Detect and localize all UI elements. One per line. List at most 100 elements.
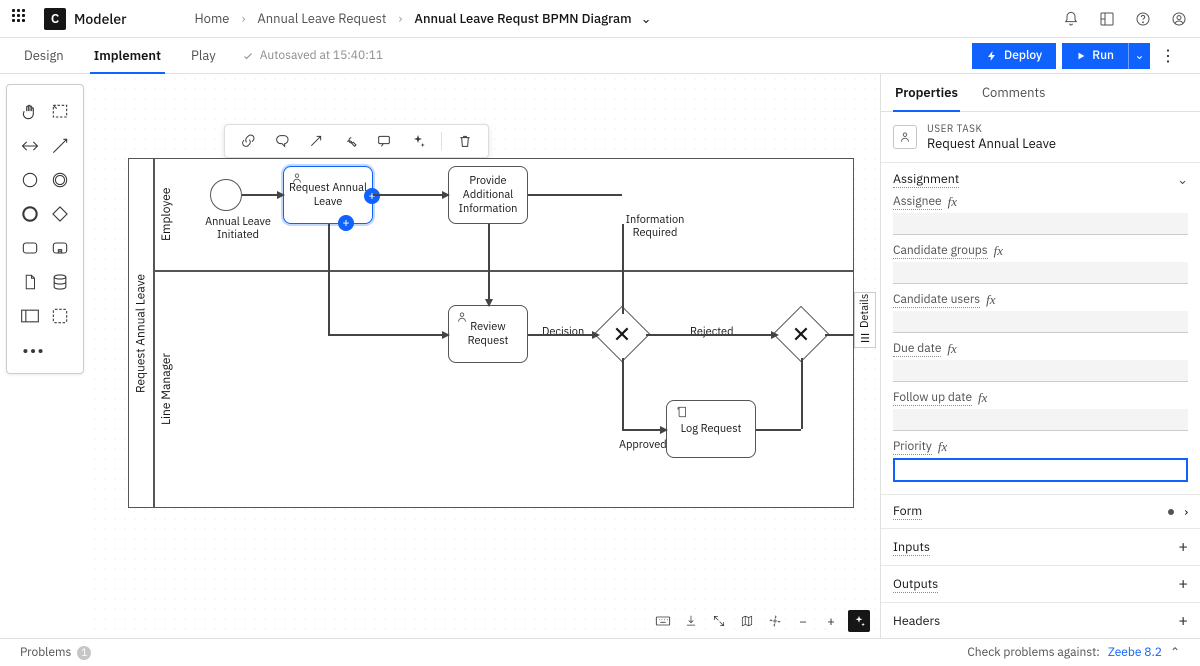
trash-icon[interactable] — [454, 130, 476, 152]
group-assignment-header[interactable]: Assignment — [893, 171, 959, 188]
plus-icon[interactable]: + — [1178, 574, 1188, 594]
data-store-icon[interactable] — [49, 271, 71, 293]
candidate-users-label: Candidate users — [893, 292, 980, 308]
fx-icon[interactable]: fx — [947, 341, 956, 357]
pool-label[interactable]: Request Annual Leave — [128, 158, 154, 508]
help-icon[interactable] — [1134, 10, 1152, 28]
keyboard-icon[interactable] — [652, 610, 674, 632]
subprocess-icon[interactable] — [49, 237, 71, 259]
run-button[interactable]: Run — [1062, 43, 1128, 69]
zoom-in-button[interactable]: + — [820, 610, 842, 632]
link-icon[interactable] — [237, 130, 259, 152]
assignee-input[interactable] — [893, 213, 1188, 235]
group-outputs[interactable]: Outputs+ — [881, 566, 1200, 603]
ai-sparkle-button[interactable] — [848, 610, 870, 632]
comment-icon[interactable] — [373, 130, 395, 152]
minimap-icon[interactable] — [736, 610, 758, 632]
autosave-status: Autosaved at 15:40:11 — [242, 48, 383, 63]
candidate-users-input[interactable] — [893, 311, 1188, 333]
edge-info-required-label: Information Required — [620, 214, 690, 239]
org-icon[interactable] — [1098, 10, 1116, 28]
fullscreen-icon[interactable] — [708, 610, 730, 632]
problems-label[interactable]: Problems — [20, 645, 71, 660]
chevron-down-icon[interactable]: ⌄ — [1177, 171, 1188, 188]
app-switcher-icon[interactable] — [12, 9, 32, 29]
user-task-icon — [455, 310, 469, 324]
element-name-label: Request Annual Leave — [927, 135, 1056, 152]
priority-input[interactable] — [893, 458, 1188, 482]
user-task-icon — [290, 171, 304, 185]
fx-icon[interactable]: fx — [986, 292, 995, 308]
follow-up-date-input[interactable] — [893, 409, 1188, 431]
fx-icon[interactable]: fx — [994, 243, 1003, 259]
intermediate-event-icon[interactable] — [49, 169, 71, 191]
fx-icon[interactable]: fx — [938, 439, 947, 455]
arrow-icon[interactable] — [305, 130, 327, 152]
canvas[interactable]: Request Annual Leave Employee Line Manag… — [90, 74, 880, 638]
sparkle-icon[interactable] — [407, 130, 429, 152]
wrench-icon[interactable] — [339, 130, 361, 152]
connection-handle-icon[interactable]: + — [364, 188, 380, 204]
end-event-icon[interactable] — [19, 203, 41, 225]
tab-properties[interactable]: Properties — [893, 74, 960, 111]
connection-handle-icon[interactable]: + — [338, 215, 354, 231]
breadcrumb-home[interactable]: Home — [194, 10, 229, 27]
edge-approved-label: Approved — [619, 439, 667, 452]
details-tab[interactable]: ☰ Details — [854, 292, 876, 348]
breadcrumb-current[interactable]: Annual Leave Requst BPMN Diagram ⌄ — [414, 10, 651, 27]
bell-icon[interactable] — [1062, 10, 1080, 28]
status-dot-icon — [1168, 509, 1174, 515]
task-log-request[interactable]: Log Request — [666, 400, 756, 458]
group-icon[interactable] — [49, 305, 71, 327]
task-review-request[interactable]: Review Request — [448, 305, 528, 363]
check-against-label: Check problems against: — [967, 645, 1099, 660]
feedback-icon[interactable] — [680, 610, 702, 632]
lane-manager-label: Line Manager — [154, 271, 178, 508]
gateway-icon[interactable] — [49, 203, 71, 225]
lasso-tool-icon[interactable] — [49, 101, 71, 123]
zoom-out-button[interactable]: − — [792, 610, 814, 632]
task-provide-additional-information[interactable]: Provide Additional Information — [448, 166, 528, 224]
fx-icon[interactable]: fx — [948, 194, 957, 210]
zeebe-version-selector[interactable]: Zeebe 8.2 — [1108, 645, 1162, 660]
tab-implement[interactable]: Implement — [90, 38, 165, 73]
run-dropdown-button[interactable]: ⌄ — [1128, 43, 1150, 69]
task-icon[interactable] — [19, 237, 41, 259]
plus-icon[interactable]: + — [1178, 611, 1188, 631]
assignee-label: Assignee — [893, 194, 942, 210]
gateway-decision-label: Decision — [542, 326, 584, 339]
reset-zoom-icon[interactable] — [764, 610, 786, 632]
candidate-groups-input[interactable] — [893, 262, 1188, 284]
group-headers[interactable]: Headers+ — [881, 603, 1200, 638]
tab-play[interactable]: Play — [187, 38, 220, 73]
user-task-icon — [893, 125, 917, 149]
due-date-label: Due date — [893, 341, 941, 357]
breadcrumb: Home › Annual Leave Request › Annual Lea… — [194, 10, 651, 27]
chevron-down-icon: ⌄ — [641, 10, 652, 27]
start-event-icon[interactable] — [19, 169, 41, 191]
tab-design[interactable]: Design — [20, 38, 68, 73]
priority-label: Priority — [893, 439, 932, 455]
plus-icon[interactable]: + — [1178, 537, 1188, 557]
task-request-annual-leave[interactable]: Request Annual Leave + + — [283, 166, 373, 224]
tab-comments[interactable]: Comments — [980, 74, 1047, 111]
hand-tool-icon[interactable] — [19, 101, 41, 123]
user-icon[interactable] — [1170, 10, 1188, 28]
due-date-input[interactable] — [893, 360, 1188, 382]
pool-icon[interactable] — [19, 305, 41, 327]
more-tools-icon[interactable]: ••• — [23, 339, 45, 361]
edge-rejected-label: Rejected — [690, 326, 733, 339]
group-form[interactable]: Form› — [881, 495, 1200, 529]
chevron-up-icon[interactable]: ⌃ — [1170, 645, 1180, 660]
group-inputs[interactable]: Inputs+ — [881, 529, 1200, 566]
deploy-button[interactable]: Deploy — [972, 43, 1056, 69]
data-object-icon[interactable] — [19, 271, 41, 293]
connect-tool-icon[interactable] — [49, 135, 71, 157]
annotation-icon[interactable] — [271, 130, 293, 152]
more-menu-button[interactable]: ⋮ — [1156, 46, 1180, 66]
space-tool-icon[interactable] — [19, 135, 41, 157]
start-event[interactable] — [210, 179, 242, 211]
fx-icon[interactable]: fx — [978, 390, 987, 406]
breadcrumb-mid[interactable]: Annual Leave Request — [257, 10, 386, 27]
chevron-right-icon: › — [1184, 504, 1188, 520]
